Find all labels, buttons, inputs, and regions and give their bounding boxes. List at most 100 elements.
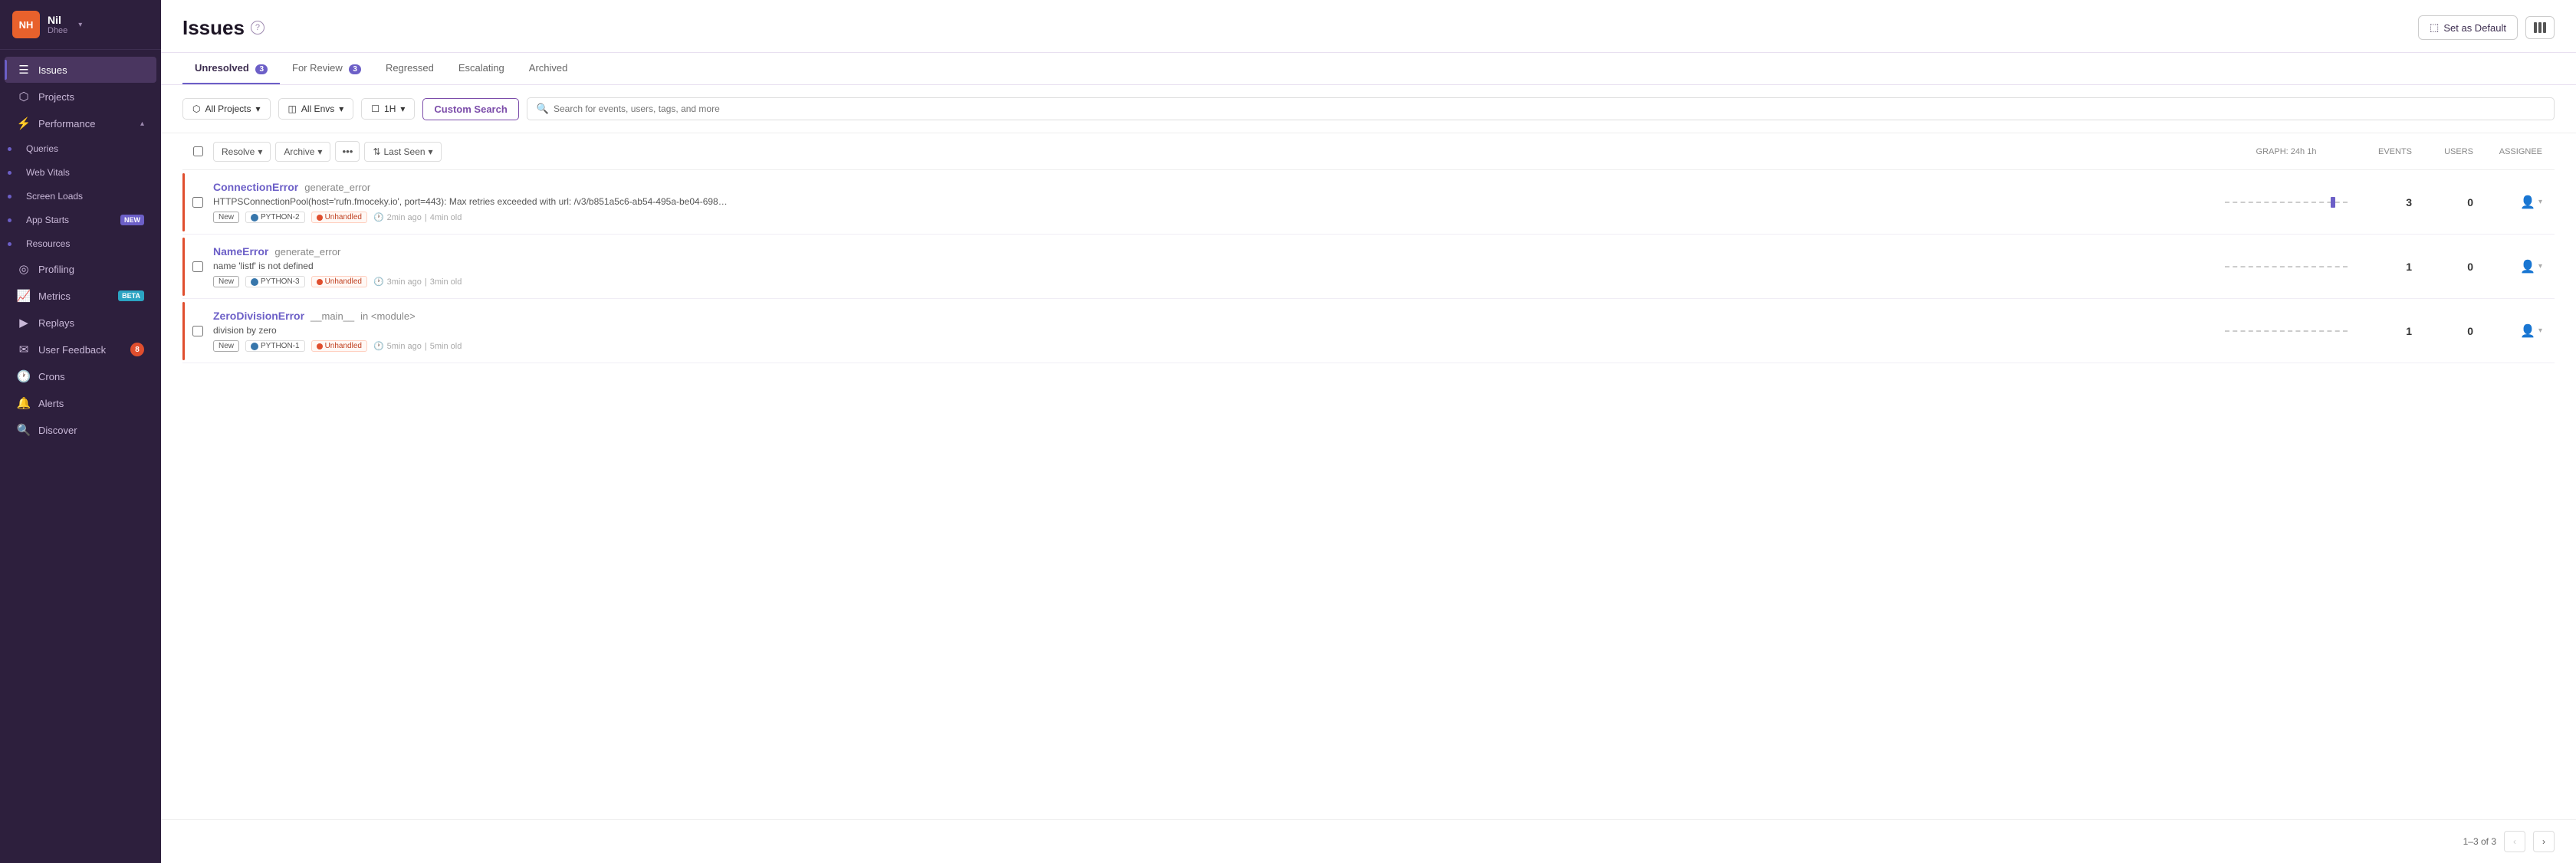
issue-graph	[2210, 316, 2363, 346]
sort-icon: ⇅	[373, 146, 380, 157]
tab-unresolved[interactable]: Unresolved 3	[182, 53, 280, 84]
custom-search-button[interactable]: Custom Search	[422, 98, 518, 120]
issue-title: NameError generate_error	[213, 245, 2210, 258]
projects-icon: ⬡	[17, 90, 31, 103]
row-checkbox[interactable]	[182, 197, 213, 208]
row-checkbox-input[interactable]	[192, 326, 203, 336]
sidebar-item-label: Crons	[38, 371, 144, 382]
sidebar-item-performance[interactable]: ⚡ Performance ▴	[5, 110, 156, 136]
resolve-button[interactable]: Resolve ▾	[213, 142, 271, 162]
issue-assignee[interactable]: 👤 ▾	[2486, 259, 2555, 274]
time-options[interactable]: 24h 1h	[2291, 147, 2317, 156]
separator: |	[425, 342, 427, 351]
issue-meta: New PYTHON-3 Unhandled 🕐 3min ago	[213, 276, 2210, 287]
sidebar-item-projects[interactable]: ⬡ Projects	[5, 84, 156, 110]
tab-label: Regressed	[386, 62, 434, 74]
select-all-input[interactable]	[193, 146, 203, 156]
user-icon: 👤	[2520, 323, 2535, 339]
clock-icon: 🕐	[373, 341, 384, 351]
new-badge: new	[120, 215, 144, 225]
sidebar-item-crons[interactable]: 🕐 Crons	[5, 363, 156, 389]
prev-page-button[interactable]: ‹	[2504, 831, 2525, 852]
table-actions: Resolve ▾ Archive ▾ ••• ⇅ Last Seen ▾	[213, 141, 2210, 162]
issue-meta: New PYTHON-2 Unhandled 🕐 2min ago	[213, 212, 2210, 223]
sidebar-item-web-vitals[interactable]: Web Vitals	[5, 161, 156, 184]
sort-label: Last Seen	[384, 146, 426, 157]
search-box[interactable]: 🔍	[527, 97, 2555, 120]
row-checkbox-input[interactable]	[192, 261, 203, 272]
time-filter[interactable]: ☐ 1H ▾	[361, 98, 415, 120]
error-type-link[interactable]: ZeroDivisionError	[213, 310, 304, 322]
search-input[interactable]	[554, 103, 2545, 114]
row-checkbox-input[interactable]	[192, 197, 203, 208]
chevron-down-icon: ▾	[256, 103, 261, 114]
sort-button[interactable]: ⇅ Last Seen ▾	[364, 142, 441, 162]
calendar-icon: ☐	[371, 103, 380, 114]
more-actions-button[interactable]: •••	[335, 141, 360, 162]
archive-button[interactable]: Archive ▾	[275, 142, 330, 162]
issue-row-3: ZeroDivisionError __main__ in <module> d…	[182, 299, 2555, 363]
tab-escalating[interactable]: Escalating	[446, 53, 517, 84]
select-all-checkbox[interactable]	[182, 146, 213, 156]
tab-for-review[interactable]: For Review 3	[280, 53, 373, 84]
all-projects-filter[interactable]: ⬡ All Projects ▾	[182, 98, 271, 120]
issue-assignee[interactable]: 👤 ▾	[2486, 195, 2555, 210]
error-type-link[interactable]: ConnectionError	[213, 181, 298, 193]
org-header[interactable]: NH Nil Dhee ▾	[0, 0, 161, 50]
user-icon: 👤	[2520, 195, 2535, 210]
python-label: PYTHON-3	[261, 277, 300, 286]
layout-toggle-button[interactable]	[2525, 16, 2555, 39]
issue-users: 0	[2424, 325, 2486, 337]
tab-archived[interactable]: Archived	[517, 53, 580, 84]
unhandled-label: Unhandled	[325, 277, 362, 286]
age: 3min old	[430, 277, 462, 287]
help-icon[interactable]: ?	[251, 21, 264, 34]
tag-unhandled: Unhandled	[311, 212, 367, 223]
tag-new: New	[213, 276, 239, 287]
all-envs-filter[interactable]: ◫ All Envs ▾	[278, 98, 354, 120]
row-checkbox[interactable]	[182, 326, 213, 336]
sidebar-item-alerts[interactable]: 🔔 Alerts	[5, 390, 156, 416]
sidebar-item-user-feedback[interactable]: ✉ User Feedback 8	[5, 336, 156, 363]
org-sub: Dhee	[48, 26, 67, 35]
next-page-button[interactable]: ›	[2533, 831, 2555, 852]
pagination: 1–3 of 3 ‹ ›	[161, 819, 2576, 863]
sidebar-item-label: Profiling	[38, 264, 144, 275]
clock-icon: 🕐	[373, 212, 384, 222]
sidebar-item-screen-loads[interactable]: Screen Loads	[5, 185, 156, 208]
error-description: HTTPSConnectionPool(host='rufn.fmoceky.i…	[213, 196, 903, 207]
issue-graph	[2210, 251, 2363, 282]
tag-python: PYTHON-2	[245, 212, 305, 223]
sidebar-item-app-starts[interactable]: App Starts new	[5, 208, 156, 231]
tab-regressed[interactable]: Regressed	[373, 53, 446, 84]
unhandled-icon	[317, 343, 323, 349]
error-type-link[interactable]: NameError	[213, 245, 268, 258]
page-info: 1–3 of 3	[2463, 836, 2496, 847]
issue-title: ZeroDivisionError __main__ in <module>	[213, 310, 2210, 322]
crons-icon: 🕐	[17, 369, 31, 383]
set-default-button[interactable]: ⬚ Set as Default	[2418, 15, 2518, 40]
chevron-down-icon: ▾	[317, 146, 322, 157]
chevron-down-icon: ▾	[2538, 262, 2542, 271]
sidebar-item-queries[interactable]: Queries	[5, 137, 156, 160]
issue-events: 1	[2363, 325, 2424, 337]
issue-assignee[interactable]: 👤 ▾	[2486, 323, 2555, 339]
issue-graph	[2210, 187, 2363, 218]
chevron-down-icon: ▾	[2538, 326, 2542, 335]
error-func: generate_error	[274, 246, 340, 258]
issue-content: ZeroDivisionError __main__ in <module> d…	[213, 310, 2210, 352]
performance-icon: ⚡	[17, 116, 31, 130]
sidebar-item-profiling[interactable]: ◎ Profiling	[5, 256, 156, 282]
sidebar-item-metrics[interactable]: 📈 Metrics beta	[5, 283, 156, 309]
chevron-down-icon: ▾	[400, 103, 405, 114]
row-checkbox[interactable]	[182, 261, 213, 272]
beta-badge: beta	[118, 290, 144, 301]
sidebar-item-replays[interactable]: ▶ Replays	[5, 310, 156, 336]
issue-events: 3	[2363, 196, 2424, 208]
sidebar-item-issues[interactable]: ☰ Issues	[5, 57, 156, 83]
python-label: PYTHON-2	[261, 213, 300, 221]
sidebar-item-resources[interactable]: Resources	[5, 232, 156, 255]
sidebar-item-discover[interactable]: 🔍 Discover	[5, 417, 156, 443]
sidebar-item-label: Discover	[38, 425, 144, 436]
users-header: USERS	[2424, 147, 2486, 156]
